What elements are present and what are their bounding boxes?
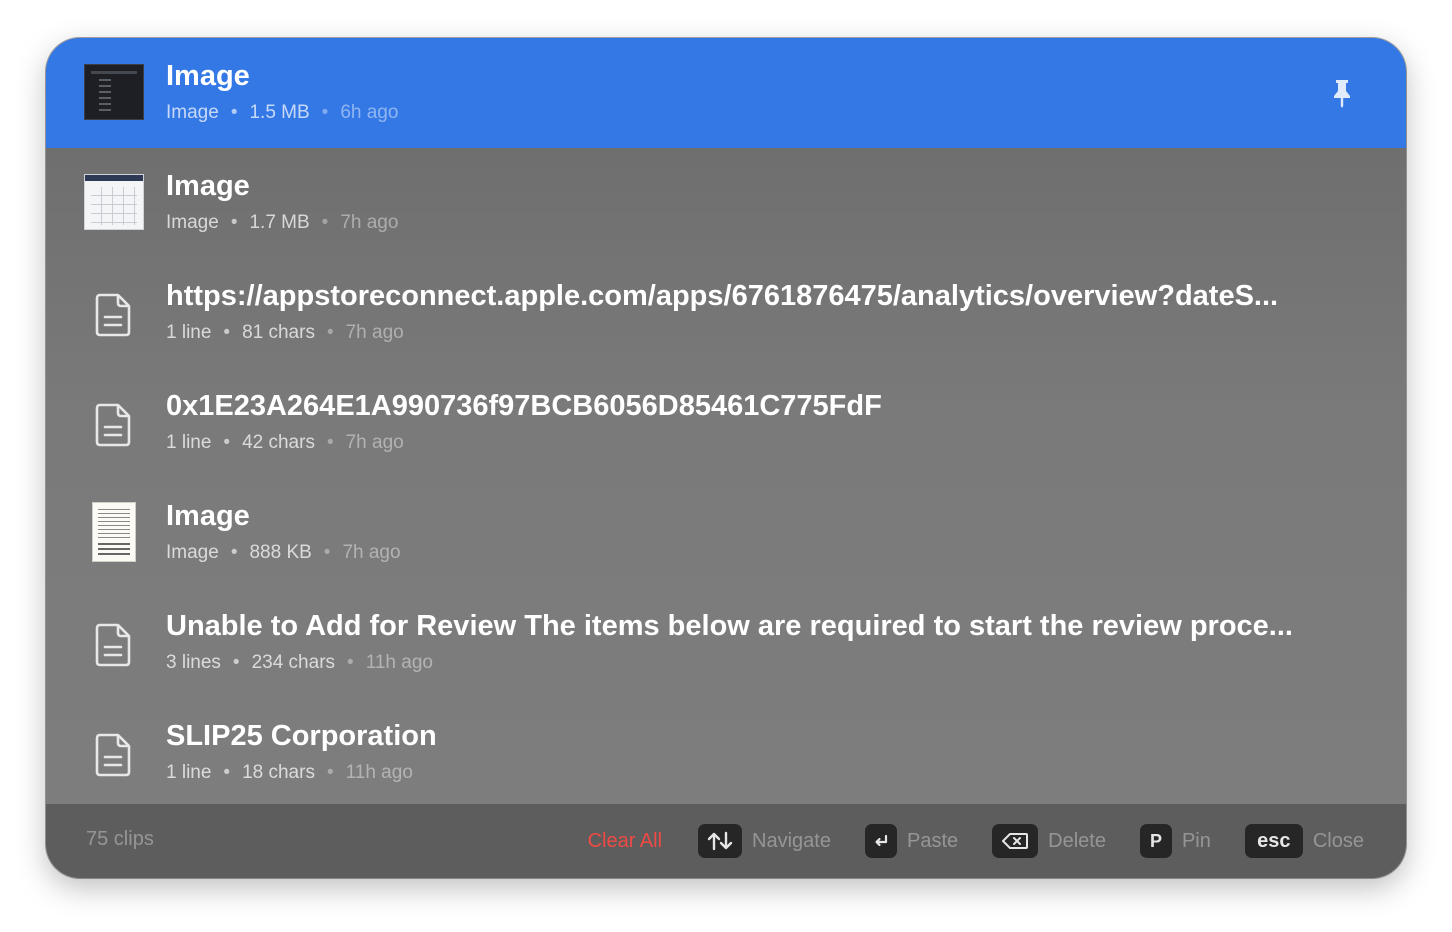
clip-title: Image [166, 170, 250, 202]
separator: • [232, 652, 240, 673]
shortcut-navigate: Navigate [698, 824, 831, 858]
clip-row[interactable]: Image Image • 1.7 MB • 7h ago [46, 148, 1406, 258]
return-key [864, 824, 897, 858]
up-down-arrows-icon [707, 831, 733, 851]
clip-title: https://appstoreconnect.apple.com/apps/6… [166, 280, 1279, 312]
delete-backspace-icon [1002, 833, 1029, 849]
separator: • [326, 432, 334, 453]
clip-count: 75 clips [86, 828, 154, 850]
clip-meta: Image • 888 KB • 7h ago [166, 542, 401, 564]
clip-time: 7h ago [345, 432, 404, 453]
clip-lines: 1 line [166, 322, 212, 343]
clip-title: 0x1E23A264E1A990736f97BCB6056D85461C775F… [166, 390, 882, 422]
clip-meta: Image • 1.7 MB • 7h ago [166, 212, 398, 234]
close-label: Close [1312, 829, 1364, 852]
clip-list: Image Image • 1.5 MB • 6h ago Image Image • 1.… [46, 38, 1406, 804]
clip-row[interactable]: 0x1E23A264E1A990736f97BCB6056D85461C775F… [46, 368, 1406, 478]
clip-kind: Image [166, 212, 219, 233]
text-document-icon [95, 733, 131, 777]
delete-label: Delete [1048, 829, 1106, 852]
clip-meta: 1 line • 42 chars • 7h ago [166, 432, 404, 454]
clip-lines: 1 line [166, 762, 212, 783]
clip-row[interactable]: Image Image • 888 KB • 7h ago [46, 478, 1406, 588]
shortcut-close: esc Close [1244, 824, 1364, 858]
clip-size: 888 KB [249, 542, 312, 563]
text-document-icon [95, 403, 131, 447]
separator: • [230, 212, 238, 233]
clip-time: 6h ago [340, 102, 399, 123]
separator: • [223, 322, 231, 343]
pin-icon[interactable] [1328, 78, 1356, 108]
clip-row[interactable]: SLIP25 Corporation 1 line • 18 chars • 11h a… [46, 698, 1406, 808]
clip-title: Unable to Add for Review The items below… [166, 610, 1293, 642]
clip-kind: Image [166, 542, 219, 563]
separator: • [321, 102, 329, 123]
separator: • [223, 762, 231, 783]
clip-time: 11h ago [345, 762, 413, 783]
clip-size: 1.7 MB [249, 212, 310, 233]
separator: • [347, 652, 354, 673]
separator: • [321, 212, 329, 233]
return-icon [875, 834, 888, 847]
clipboard-history-window: Image Image • 1.5 MB • 6h ago Image Image • 1.… [46, 38, 1406, 878]
shortcut-paste: Paste [864, 824, 959, 858]
esc-key: esc [1244, 824, 1303, 858]
pin-label: Pin [1181, 829, 1211, 852]
clip-chars: 18 chars [242, 762, 315, 783]
clip-size: 1.5 MB [249, 102, 310, 123]
delete-key [992, 824, 1039, 858]
shortcut-delete: Delete [992, 824, 1106, 858]
clip-chars: 42 chars [242, 432, 315, 453]
clip-meta: 3 lines • 234 chars • 11h ago [166, 652, 433, 674]
clip-chars: 234 chars [251, 652, 336, 673]
separator: • [230, 102, 238, 123]
clip-row-selected[interactable]: Image Image • 1.5 MB • 6h ago [46, 38, 1406, 148]
shortcut-pin: P Pin [1139, 824, 1211, 858]
shortcut-bar: Clear All Navigate Paste Delete P Pin es… [588, 824, 1364, 858]
clip-time: 11h ago [365, 652, 433, 673]
clip-chars: 81 chars [242, 322, 315, 343]
navigate-label: Navigate [752, 829, 831, 852]
separator: • [230, 542, 238, 563]
clip-row[interactable]: https://appstoreconnect.apple.com/apps/6… [46, 258, 1406, 368]
clip-title: SLIP25 Corporation [166, 720, 437, 752]
clip-meta: Image • 1.5 MB • 6h ago [166, 102, 398, 124]
footer-bar: 75 clips Clear All Navigate Paste Delete… [46, 804, 1406, 878]
clear-all-button[interactable]: Clear All [588, 830, 662, 853]
separator: • [223, 432, 231, 453]
paste-label: Paste [906, 829, 959, 852]
separator: • [323, 542, 331, 563]
clip-time: 7h ago [340, 212, 399, 233]
navigate-key [698, 824, 743, 858]
separator: • [326, 322, 334, 343]
separator: • [326, 762, 334, 783]
clip-title: Image [166, 500, 250, 532]
text-document-icon [95, 623, 131, 667]
clip-meta: 1 line • 18 chars • 11h ago [166, 762, 413, 784]
clip-meta: 1 line • 81 chars • 7h ago [166, 322, 404, 344]
clip-lines: 1 line [166, 432, 212, 453]
clip-row[interactable]: Unable to Add for Review The items below… [46, 588, 1406, 698]
clip-title: Image [166, 60, 250, 92]
pin-key: P [1139, 824, 1172, 858]
clip-time: 7h ago [345, 322, 404, 343]
clip-time: 7h ago [342, 542, 401, 563]
image-thumbnail [92, 502, 136, 562]
image-thumbnail [84, 174, 144, 230]
clip-kind: Image [166, 102, 219, 123]
text-document-icon [95, 293, 131, 337]
clip-lines: 3 lines [166, 652, 221, 673]
image-thumbnail [84, 64, 144, 120]
